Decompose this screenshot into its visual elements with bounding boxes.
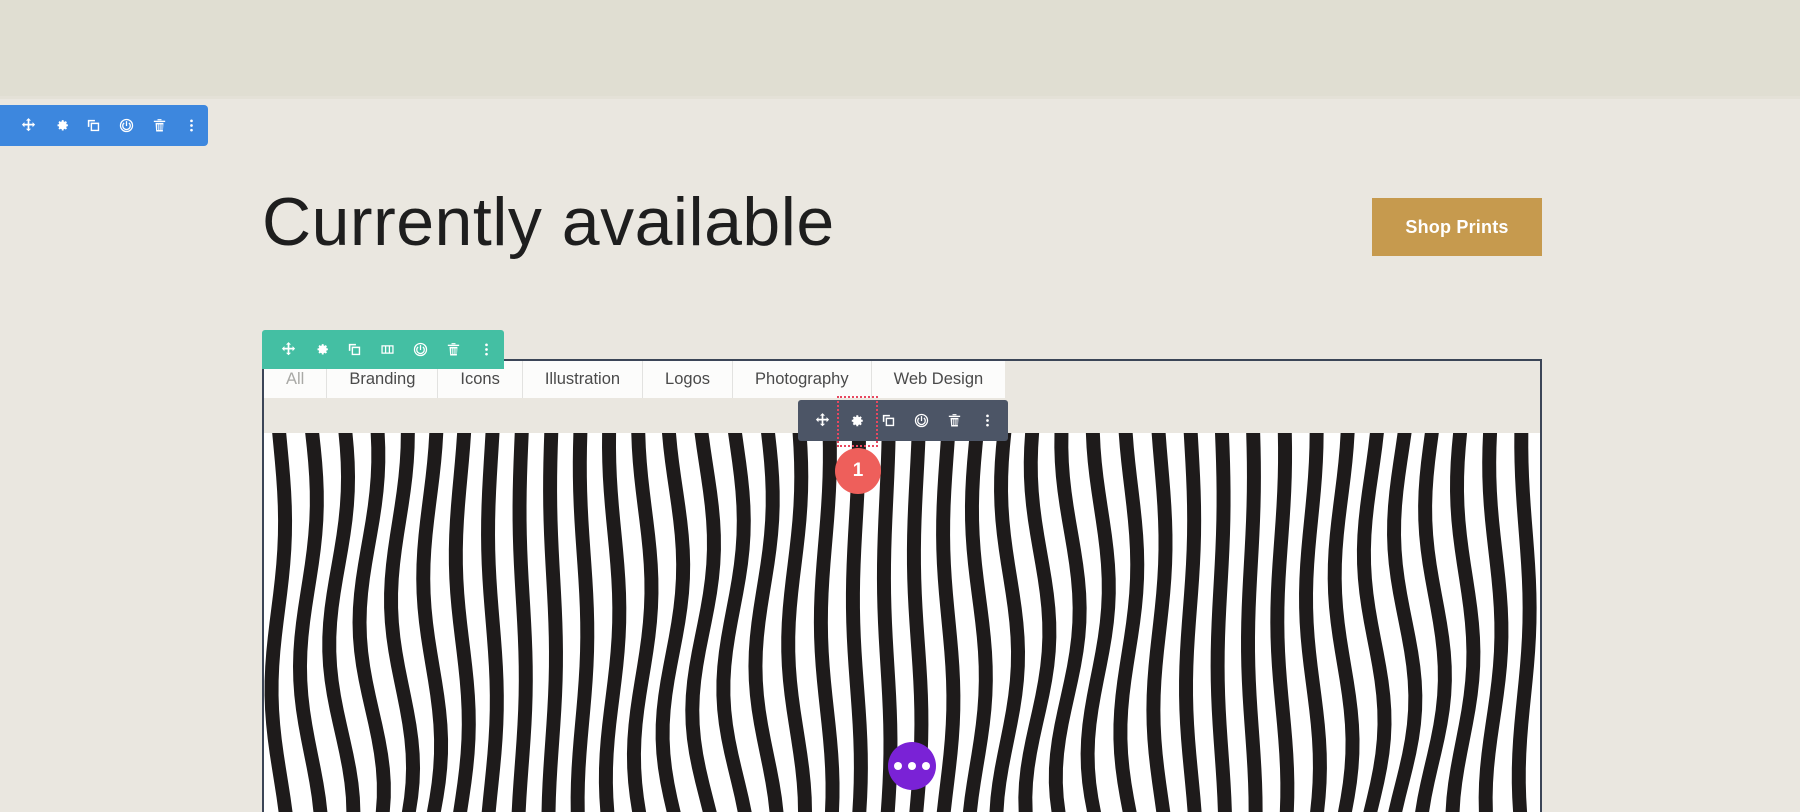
section-disable-button[interactable] <box>110 105 143 146</box>
trash-icon <box>445 341 462 358</box>
duplicate-icon <box>880 412 897 429</box>
power-icon <box>118 117 135 134</box>
row-disable-button[interactable] <box>404 330 437 369</box>
section-move-button[interactable] <box>12 105 45 146</box>
module-toolbar[interactable] <box>798 396 1008 447</box>
section-duplicate-button[interactable] <box>77 105 110 146</box>
filter-tab-web-design[interactable]: Web Design <box>871 361 1006 398</box>
row-delete-button[interactable] <box>437 330 470 369</box>
trash-icon <box>946 412 963 429</box>
ellipsis-icon <box>894 762 902 770</box>
gear-icon <box>53 117 70 134</box>
module-disable-button[interactable] <box>905 400 938 441</box>
move-icon <box>20 117 37 134</box>
filter-tab-illustration[interactable]: Illustration <box>522 361 644 398</box>
app-canvas: Currently available Shop Prints All Bran… <box>0 0 1800 812</box>
kebab-menu-icon <box>979 412 996 429</box>
page-top-band <box>0 0 1800 96</box>
section-more-options-button[interactable] <box>175 105 208 146</box>
row-duplicate-button[interactable] <box>338 330 371 369</box>
gear-icon <box>847 412 865 430</box>
power-icon <box>913 412 930 429</box>
gear-icon <box>313 341 330 358</box>
filter-tab-logos[interactable]: Logos <box>643 361 734 398</box>
move-icon <box>280 341 297 358</box>
section-settings-button[interactable] <box>45 105 78 146</box>
module-move-button[interactable] <box>806 400 839 441</box>
module-more-options-button[interactable] <box>971 400 1004 441</box>
module-duplicate-button[interactable] <box>872 400 905 441</box>
more-actions-badge[interactable] <box>888 742 936 790</box>
ellipsis-icon <box>908 762 916 770</box>
duplicate-icon <box>85 117 102 134</box>
row-settings-button[interactable] <box>305 330 338 369</box>
row-more-options-button[interactable] <box>470 330 503 369</box>
shop-prints-button[interactable]: Shop Prints <box>1372 198 1542 256</box>
page-header: Currently available Shop Prints <box>262 188 1542 284</box>
move-icon <box>814 412 831 429</box>
page-title: Currently available <box>262 184 835 260</box>
ellipsis-icon <box>922 762 930 770</box>
module-settings-button[interactable] <box>837 396 878 447</box>
section-toolbar[interactable] <box>0 105 208 146</box>
module-delete-button[interactable] <box>938 400 971 441</box>
filter-tab-photography[interactable]: Photography <box>733 361 872 398</box>
kebab-menu-icon <box>183 117 200 134</box>
row-move-button[interactable] <box>272 330 305 369</box>
page-top-band-edge <box>0 96 1800 99</box>
columns-icon <box>379 341 396 358</box>
row-columns-button[interactable] <box>371 330 404 369</box>
row-toolbar[interactable] <box>262 330 504 369</box>
duplicate-icon <box>346 341 363 358</box>
kebab-menu-icon <box>478 341 495 358</box>
power-icon <box>412 341 429 358</box>
section-delete-button[interactable] <box>143 105 176 146</box>
count-badge[interactable]: 1 <box>835 448 881 494</box>
trash-icon <box>151 117 168 134</box>
